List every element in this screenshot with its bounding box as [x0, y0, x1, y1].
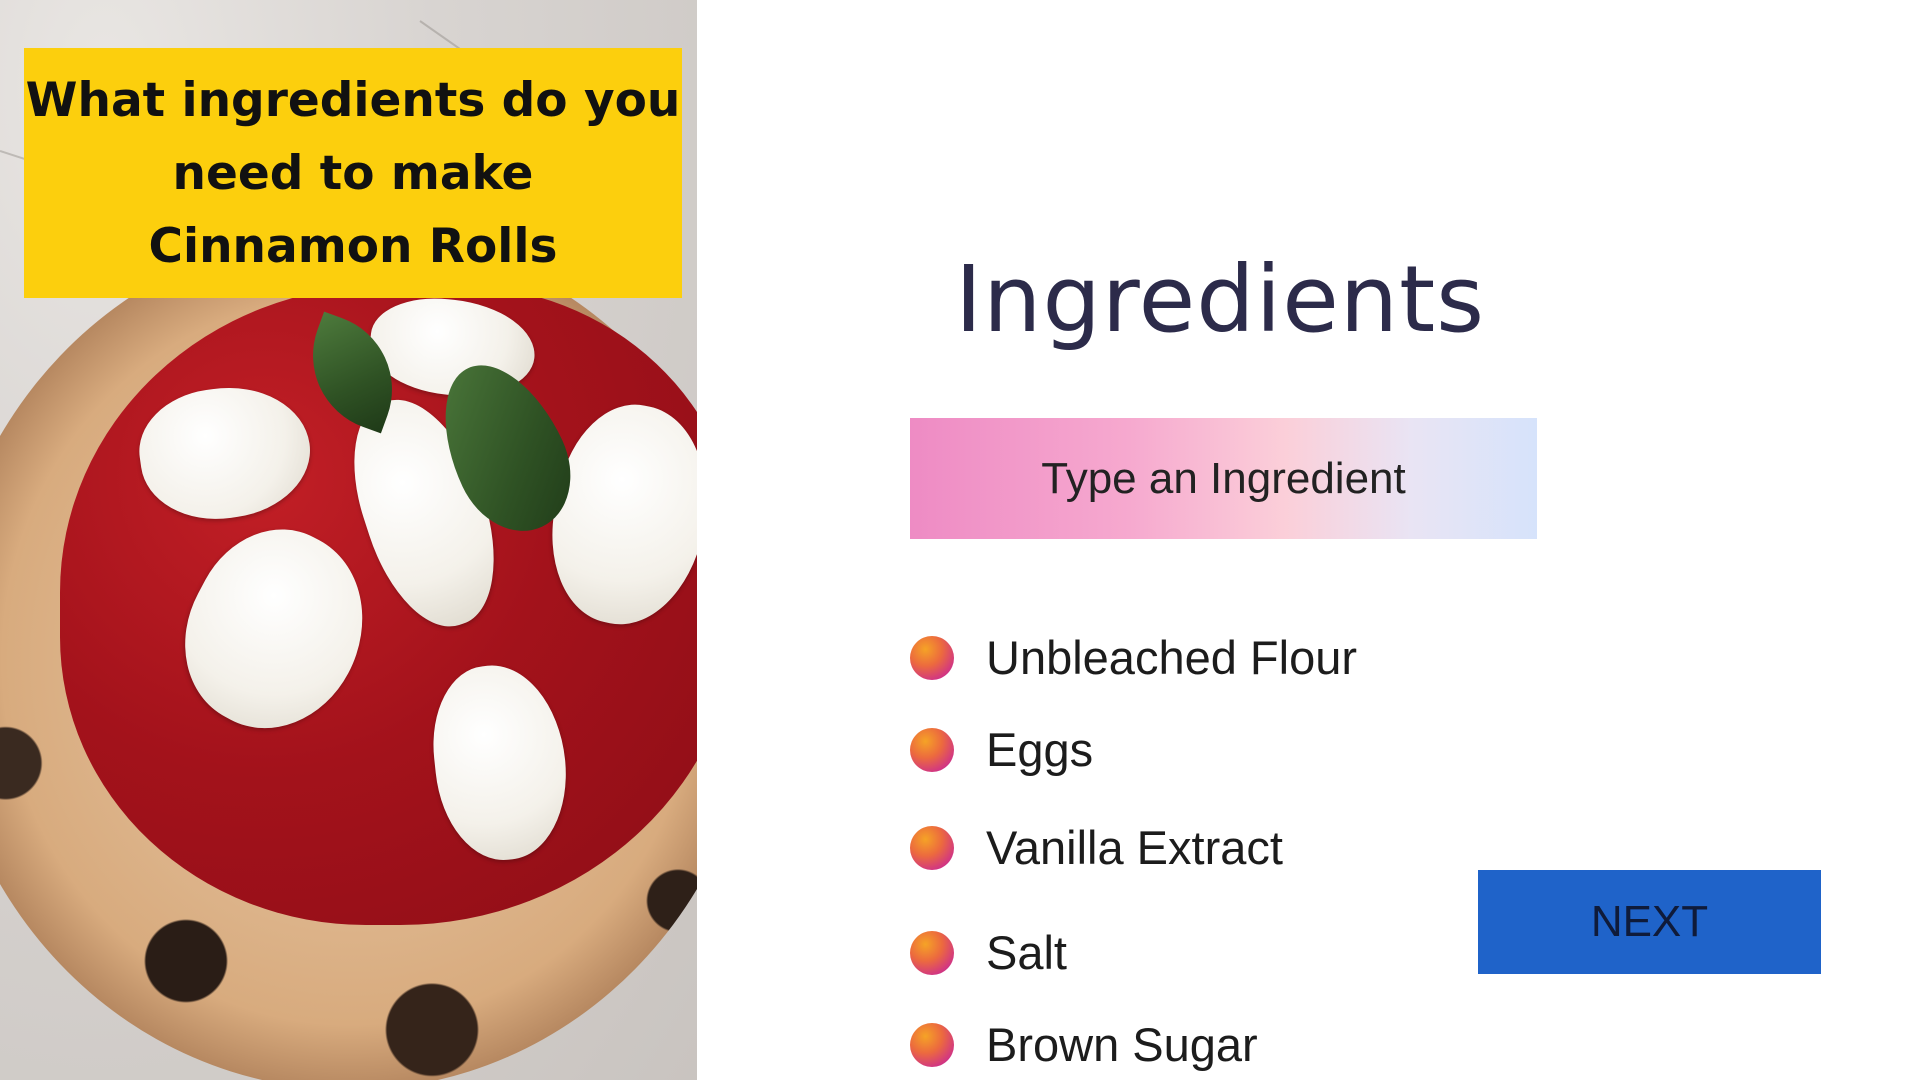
ingredient-item: Salt — [910, 925, 1067, 980]
ingredient-label: Eggs — [986, 723, 1094, 776]
ingredient-input[interactable] — [910, 418, 1537, 539]
ingredient-item: Unbleached Flour — [910, 630, 1357, 685]
ingredient-item: Brown Sugar — [910, 1017, 1258, 1072]
question-text: What ingredients do you need to make Cin… — [25, 72, 681, 274]
ingredient-item: Vanilla Extract — [910, 820, 1283, 875]
page-title: Ingredients — [955, 246, 1486, 353]
pizza-photo: What ingredients do you need to make Cin… — [0, 0, 697, 1080]
ingredient-label: Salt — [986, 926, 1067, 979]
gradient-dot-icon — [910, 930, 954, 975]
ingredient-item: Eggs — [910, 722, 1093, 777]
question-banner: What ingredients do you need to make Cin… — [24, 48, 682, 298]
ingredient-label: Vanilla Extract — [986, 821, 1283, 874]
gradient-dot-icon — [910, 1022, 954, 1067]
gradient-dot-icon — [910, 635, 954, 680]
gradient-dot-icon — [910, 825, 954, 870]
ingredient-label: Brown Sugar — [986, 1018, 1258, 1071]
gradient-dot-icon — [910, 727, 954, 772]
ingredient-label: Unbleached Flour — [986, 631, 1357, 684]
next-button[interactable]: NEXT — [1478, 870, 1821, 974]
